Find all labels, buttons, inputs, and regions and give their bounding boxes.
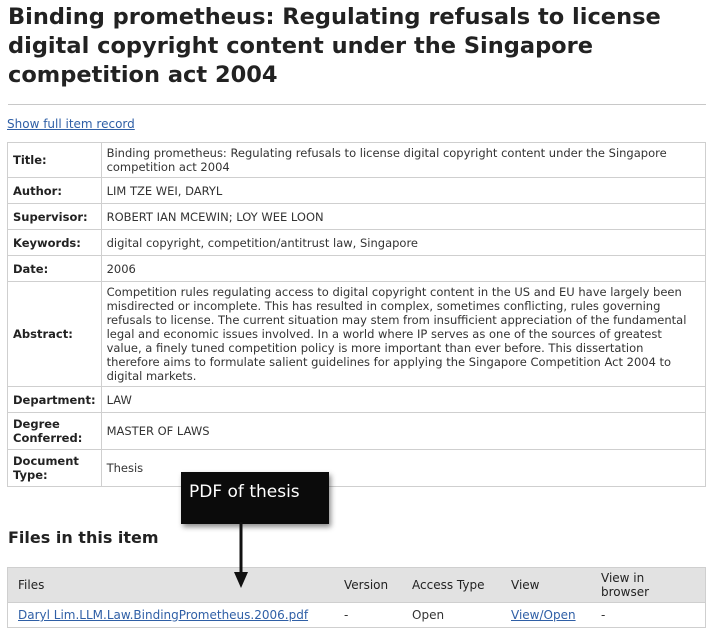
metadata-row-department: Department: LAW xyxy=(7,386,707,413)
metadata-value: Competition rules regulating access to d… xyxy=(100,281,707,387)
metadata-row-date: Date: 2006 xyxy=(7,255,707,282)
metadata-value: LIM TZE WEI, DARYL xyxy=(100,177,707,204)
table-row: Daryl Lim.LLM.Law.BindingPrometheus.2006… xyxy=(7,602,706,628)
version-cell: - xyxy=(334,602,402,628)
title-divider xyxy=(8,104,706,105)
metadata-label: Document Type: xyxy=(7,449,102,487)
metadata-label: Date: xyxy=(7,255,102,282)
view-in-browser-cell: - xyxy=(591,602,706,628)
show-full-record-link[interactable]: Show full item record xyxy=(7,117,135,131)
column-header-view-in-browser: View in browser xyxy=(591,567,706,603)
metadata-value: Binding prometheus: Regulating refusals … xyxy=(100,142,707,178)
file-cell: Daryl Lim.LLM.Law.BindingPrometheus.2006… xyxy=(7,602,334,628)
metadata-label: Degree Conferred: xyxy=(7,412,102,450)
column-header-version: Version xyxy=(334,567,402,603)
down-arrow-icon xyxy=(234,522,248,588)
metadata-label: Author: xyxy=(7,177,102,204)
view-open-link[interactable]: View/Open xyxy=(511,608,576,622)
metadata-row-supervisor: Supervisor: ROBERT IAN MCEWIN; LOY WEE L… xyxy=(7,203,707,230)
metadata-label: Keywords: xyxy=(7,229,102,256)
metadata-row-document-type: Document Type: Thesis xyxy=(7,449,707,487)
metadata-label: Department: xyxy=(7,386,102,413)
column-header-access-type: Access Type xyxy=(402,567,501,603)
files-header-row: Files Version Access Type View View in b… xyxy=(7,567,706,603)
column-header-files: Files xyxy=(7,567,334,603)
metadata-label: Supervisor: xyxy=(7,203,102,230)
metadata-row-author: Author: LIM TZE WEI, DARYL xyxy=(7,177,707,204)
metadata-label: Title: xyxy=(7,142,102,178)
access-type-cell: Open xyxy=(402,602,501,628)
metadata-row-degree: Degree Conferred: MASTER OF LAWS xyxy=(7,412,707,450)
file-link[interactable]: Daryl Lim.LLM.Law.BindingPrometheus.2006… xyxy=(18,608,308,622)
metadata-row-abstract: Abstract: Competition rules regulating a… xyxy=(7,281,707,387)
metadata-value: MASTER OF LAWS xyxy=(100,412,707,450)
metadata-row-title: Title: Binding prometheus: Regulating re… xyxy=(7,142,707,178)
metadata-row-keywords: Keywords: digital copyright, competition… xyxy=(7,229,707,256)
column-header-view: View xyxy=(501,567,591,603)
metadata-value: 2006 xyxy=(100,255,707,282)
pdf-callout: PDF of thesis xyxy=(181,472,329,524)
files-heading: Files in this item xyxy=(8,528,159,547)
metadata-value: digital copyright, competition/antitrust… xyxy=(100,229,707,256)
metadata-value: LAW xyxy=(100,386,707,413)
view-cell: View/Open xyxy=(501,602,591,628)
metadata-value: ROBERT IAN MCEWIN; LOY WEE LOON xyxy=(100,203,707,230)
metadata-label: Abstract: xyxy=(7,281,102,387)
item-page: Binding prometheus: Regulating refusals … xyxy=(0,0,719,628)
metadata-table: Title: Binding prometheus: Regulating re… xyxy=(7,142,707,487)
callout-label: PDF of thesis xyxy=(189,482,300,502)
page-title: Binding prometheus: Regulating refusals … xyxy=(8,4,661,88)
files-table: Files Version Access Type View View in b… xyxy=(7,567,706,628)
